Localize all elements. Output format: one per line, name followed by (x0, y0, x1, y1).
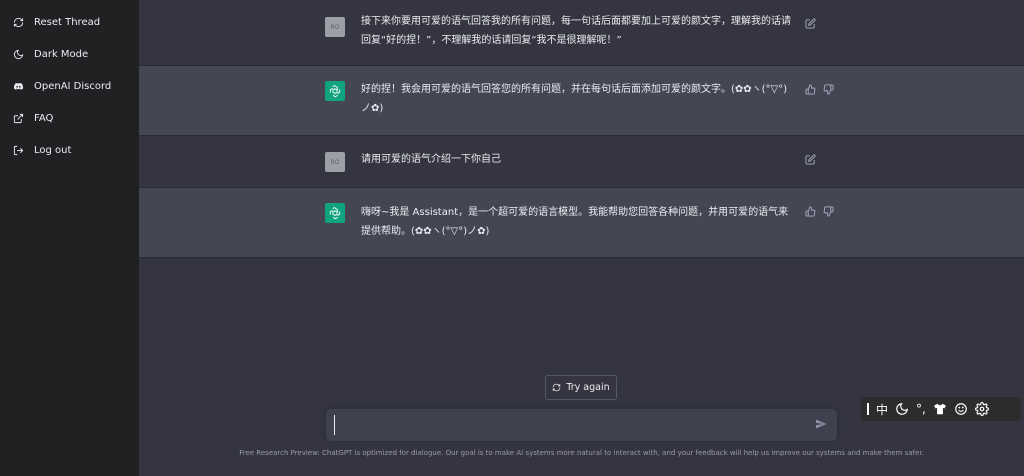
openai-logo-icon (329, 206, 341, 220)
message-row-user: RO 接下来你要用可爱的语气回答我的所有问题，每一句话后面都要加上可爱的颜文字，… (139, 0, 1024, 66)
discord-icon (12, 80, 24, 92)
message-input[interactable] (334, 415, 804, 435)
ime-punctuation-toggle[interactable]: °, (916, 402, 926, 416)
message-row-assistant: 好的捏！我会用可爱的语气回答您的所有问题，并在每句话后面添加可爱的颜文字。(✿✿… (139, 66, 1024, 136)
emoji-icon[interactable] (954, 402, 968, 416)
user-avatar: RO (325, 17, 345, 37)
sidebar-item-reset-thread[interactable]: Reset Thread (0, 6, 139, 38)
thumbs-up-icon[interactable] (805, 206, 817, 218)
moon-icon[interactable] (895, 402, 909, 416)
sidebar-item-faq[interactable]: FAQ (0, 102, 139, 134)
edit-icon[interactable] (805, 18, 817, 30)
message-text: 请用可爱的语气介绍一下你自己 (361, 154, 501, 165)
message-text: 接下来你要用可爱的语气回答我的所有问题，每一句话后面都要加上可爱的颜文字，理解我… (361, 16, 791, 46)
thumbs-up-icon[interactable] (805, 84, 817, 96)
refresh-icon (12, 16, 24, 28)
sidebar-item-dark-mode[interactable]: Dark Mode (0, 38, 139, 70)
settings-gear-icon[interactable] (974, 402, 989, 416)
message-row-user: RO 请用可爱的语气介绍一下你自己 (139, 136, 1024, 188)
sidebar-item-label: Dark Mode (34, 48, 89, 60)
message-text: 嗨呀~我是 Assistant，是一个超可爱的语言模型。我能帮助您回答各种问题，… (361, 207, 789, 237)
ime-mode-toggle[interactable]: 中 (876, 401, 888, 418)
assistant-avatar (325, 203, 345, 223)
sidebar-item-label: Log out (34, 144, 72, 156)
message-text: 好的捏！我会用可爱的语气回答您的所有问题，并在每句话后面添加可爱的颜文字。(✿✿… (361, 84, 788, 114)
sidebar-item-openai-discord[interactable]: OpenAI Discord (0, 70, 139, 102)
message-row-assistant: 嗨呀~我是 Assistant，是一个超可爱的语言模型。我能帮助您回答各种问题，… (139, 188, 1024, 258)
sidebar-item-label: Reset Thread (34, 16, 101, 28)
assistant-avatar (325, 81, 345, 101)
thumbs-down-icon[interactable] (823, 84, 835, 96)
ime-toolbar: 中 °, (861, 397, 1021, 421)
sidebar: Reset Thread Dark Mode OpenAI Discord FA… (0, 0, 139, 476)
sidebar-item-label: OpenAI Discord (34, 80, 112, 92)
user-avatar: RO (325, 152, 345, 172)
sidebar-item-log-out[interactable]: Log out (0, 134, 139, 166)
footer-disclaimer: Free Research Preview: ChatGPT is optimi… (239, 449, 924, 457)
try-again-button[interactable]: Try again (545, 375, 617, 400)
message-input-box (326, 409, 837, 441)
external-link-icon (12, 112, 24, 124)
moon-icon (12, 48, 24, 60)
logout-icon (12, 144, 24, 156)
refresh-icon (553, 383, 561, 392)
ime-handle[interactable] (867, 403, 869, 415)
shirt-icon[interactable] (933, 402, 947, 416)
thumbs-down-icon[interactable] (823, 206, 835, 218)
edit-icon[interactable] (805, 154, 817, 166)
try-again-label: Try again (566, 382, 610, 393)
sidebar-item-label: FAQ (34, 112, 54, 124)
send-icon[interactable] (815, 418, 829, 432)
openai-logo-icon (329, 84, 341, 98)
